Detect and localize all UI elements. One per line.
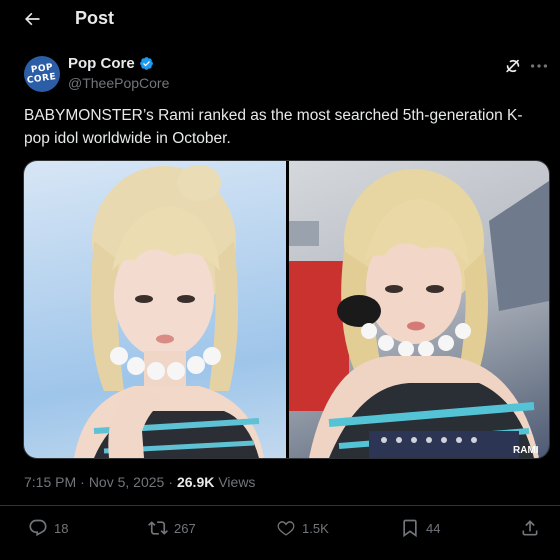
back-button[interactable] [14, 2, 50, 36]
post-text: BABYMONSTER’s Rami ranked as the most se… [24, 107, 523, 147]
reply-button[interactable]: 18 [28, 518, 68, 538]
post-date[interactable]: Nov 5, 2025 [89, 474, 165, 490]
share-button[interactable] [520, 518, 540, 538]
meta-separator: · [168, 474, 173, 490]
avatar[interactable]: POP CORE [24, 56, 60, 92]
repost-icon [148, 521, 168, 535]
page-title: Post [75, 8, 115, 28]
verified-badge-icon [139, 57, 153, 70]
views-count[interactable]: 26.9K [177, 474, 214, 490]
divider [0, 505, 560, 506]
arrow-left-icon [25, 12, 40, 26]
meta-separator: · [80, 474, 85, 490]
author-handle[interactable]: @TheePopCore [68, 75, 169, 91]
top-bar: Post [0, 0, 560, 38]
post-image-right[interactable]: RAMI [289, 161, 549, 458]
post-actions-bar: 18 267 1.5K 44 [0, 514, 560, 544]
like-button[interactable]: 1.5K [276, 518, 329, 538]
bookmark-count: 44 [426, 520, 441, 536]
post-time[interactable]: 7:15 PM [24, 474, 76, 490]
share-icon [522, 520, 538, 536]
post-metadata: 7:15 PM · Nov 5, 2025 · 26.9K Views [24, 474, 255, 490]
heart-icon [277, 521, 295, 536]
bookmark-button[interactable]: 44 [400, 518, 440, 538]
image-caption: RAMI [513, 445, 539, 456]
like-count: 1.5K [302, 520, 329, 536]
repost-button[interactable]: 267 [148, 518, 196, 538]
post-image-left[interactable] [24, 161, 286, 458]
grok-icon[interactable] [503, 56, 523, 76]
avatar-logo-text: CORE [26, 71, 58, 86]
reply-icon [29, 519, 47, 537]
portrait-illustration [74, 165, 264, 458]
views-label: Views [218, 474, 256, 490]
repost-count: 267 [174, 520, 196, 536]
author-display-name[interactable]: Pop Core [68, 55, 135, 72]
bookmark-icon [403, 519, 417, 538]
more-options-icon[interactable] [528, 56, 550, 76]
reply-count: 18 [54, 520, 69, 536]
portrait-illustration: RAMI [289, 169, 549, 458]
media-grid: RAMI [23, 160, 550, 459]
author-name-row: Pop Core [68, 55, 154, 72]
post-author-row: POP CORE Pop Core @TheePopCore [0, 46, 560, 94]
